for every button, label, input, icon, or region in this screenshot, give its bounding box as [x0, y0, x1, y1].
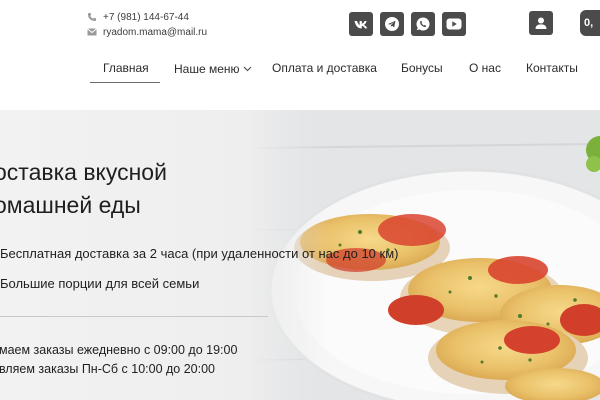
phone-icon [86, 11, 98, 23]
nav-contacts-label: Контакты [526, 61, 578, 75]
nav-contacts[interactable]: Контакты [526, 60, 578, 82]
account-button[interactable] [529, 11, 553, 35]
email-address[interactable]: ryadom.mama@mail.ru [103, 27, 207, 38]
nav-payment-delivery-label: Оплата и доставка [272, 61, 377, 75]
nav-about-label: О нас [469, 61, 501, 75]
cart-total: 0, [584, 17, 594, 29]
phone-contact[interactable]: +7 (981) 144-67-44 [86, 11, 189, 23]
chevron-down-icon [243, 60, 252, 76]
hero-title-line1: оставка вкусной [0, 159, 167, 185]
nav-menu-label: Наше меню [174, 62, 240, 76]
divider [0, 316, 268, 317]
hero-title-line2: омашней еды [0, 192, 141, 218]
nav-about[interactable]: О нас [469, 60, 501, 82]
hours-orders: имаем заказы ежедневно с 09:00 до 19:00 [0, 343, 238, 357]
nav-bonuses-label: Бонусы [401, 61, 443, 75]
whatsapp-icon[interactable] [411, 12, 435, 36]
nav-home-label: Главная [103, 61, 149, 75]
hero-title: оставка вкусной омашней еды [0, 156, 167, 222]
cart-button[interactable]: 0, [580, 10, 600, 36]
hours-delivery: авляем заказы Пн-Сб с 10:00 до 20:00 [0, 362, 215, 376]
user-icon [535, 17, 547, 29]
email-contact[interactable]: ryadom.mama@mail.ru [86, 26, 207, 38]
social-links [349, 12, 466, 36]
hero-banner: оставка вкусной омашней еды Бесплатная д… [0, 110, 600, 400]
nav-payment-delivery[interactable]: Оплата и доставка [272, 60, 377, 82]
nav-menu[interactable]: Наше меню [174, 60, 252, 82]
mail-icon [86, 26, 98, 38]
phone-number[interactable]: +7 (981) 144-67-44 [103, 12, 189, 23]
feature-free-delivery: Бесплатная доставка за 2 часа (при удале… [0, 246, 399, 261]
nav-home[interactable]: Главная [90, 60, 160, 83]
site-header: +7 (981) 144-67-44 ryadom.mama@mail.ru 0… [0, 0, 600, 110]
nav-bonuses[interactable]: Бонусы [401, 60, 443, 82]
vk-icon[interactable] [349, 12, 373, 36]
telegram-icon[interactable] [380, 12, 404, 36]
feature-big-portions: Большие порции для всей семьи [0, 276, 200, 291]
youtube-icon[interactable] [442, 12, 466, 36]
